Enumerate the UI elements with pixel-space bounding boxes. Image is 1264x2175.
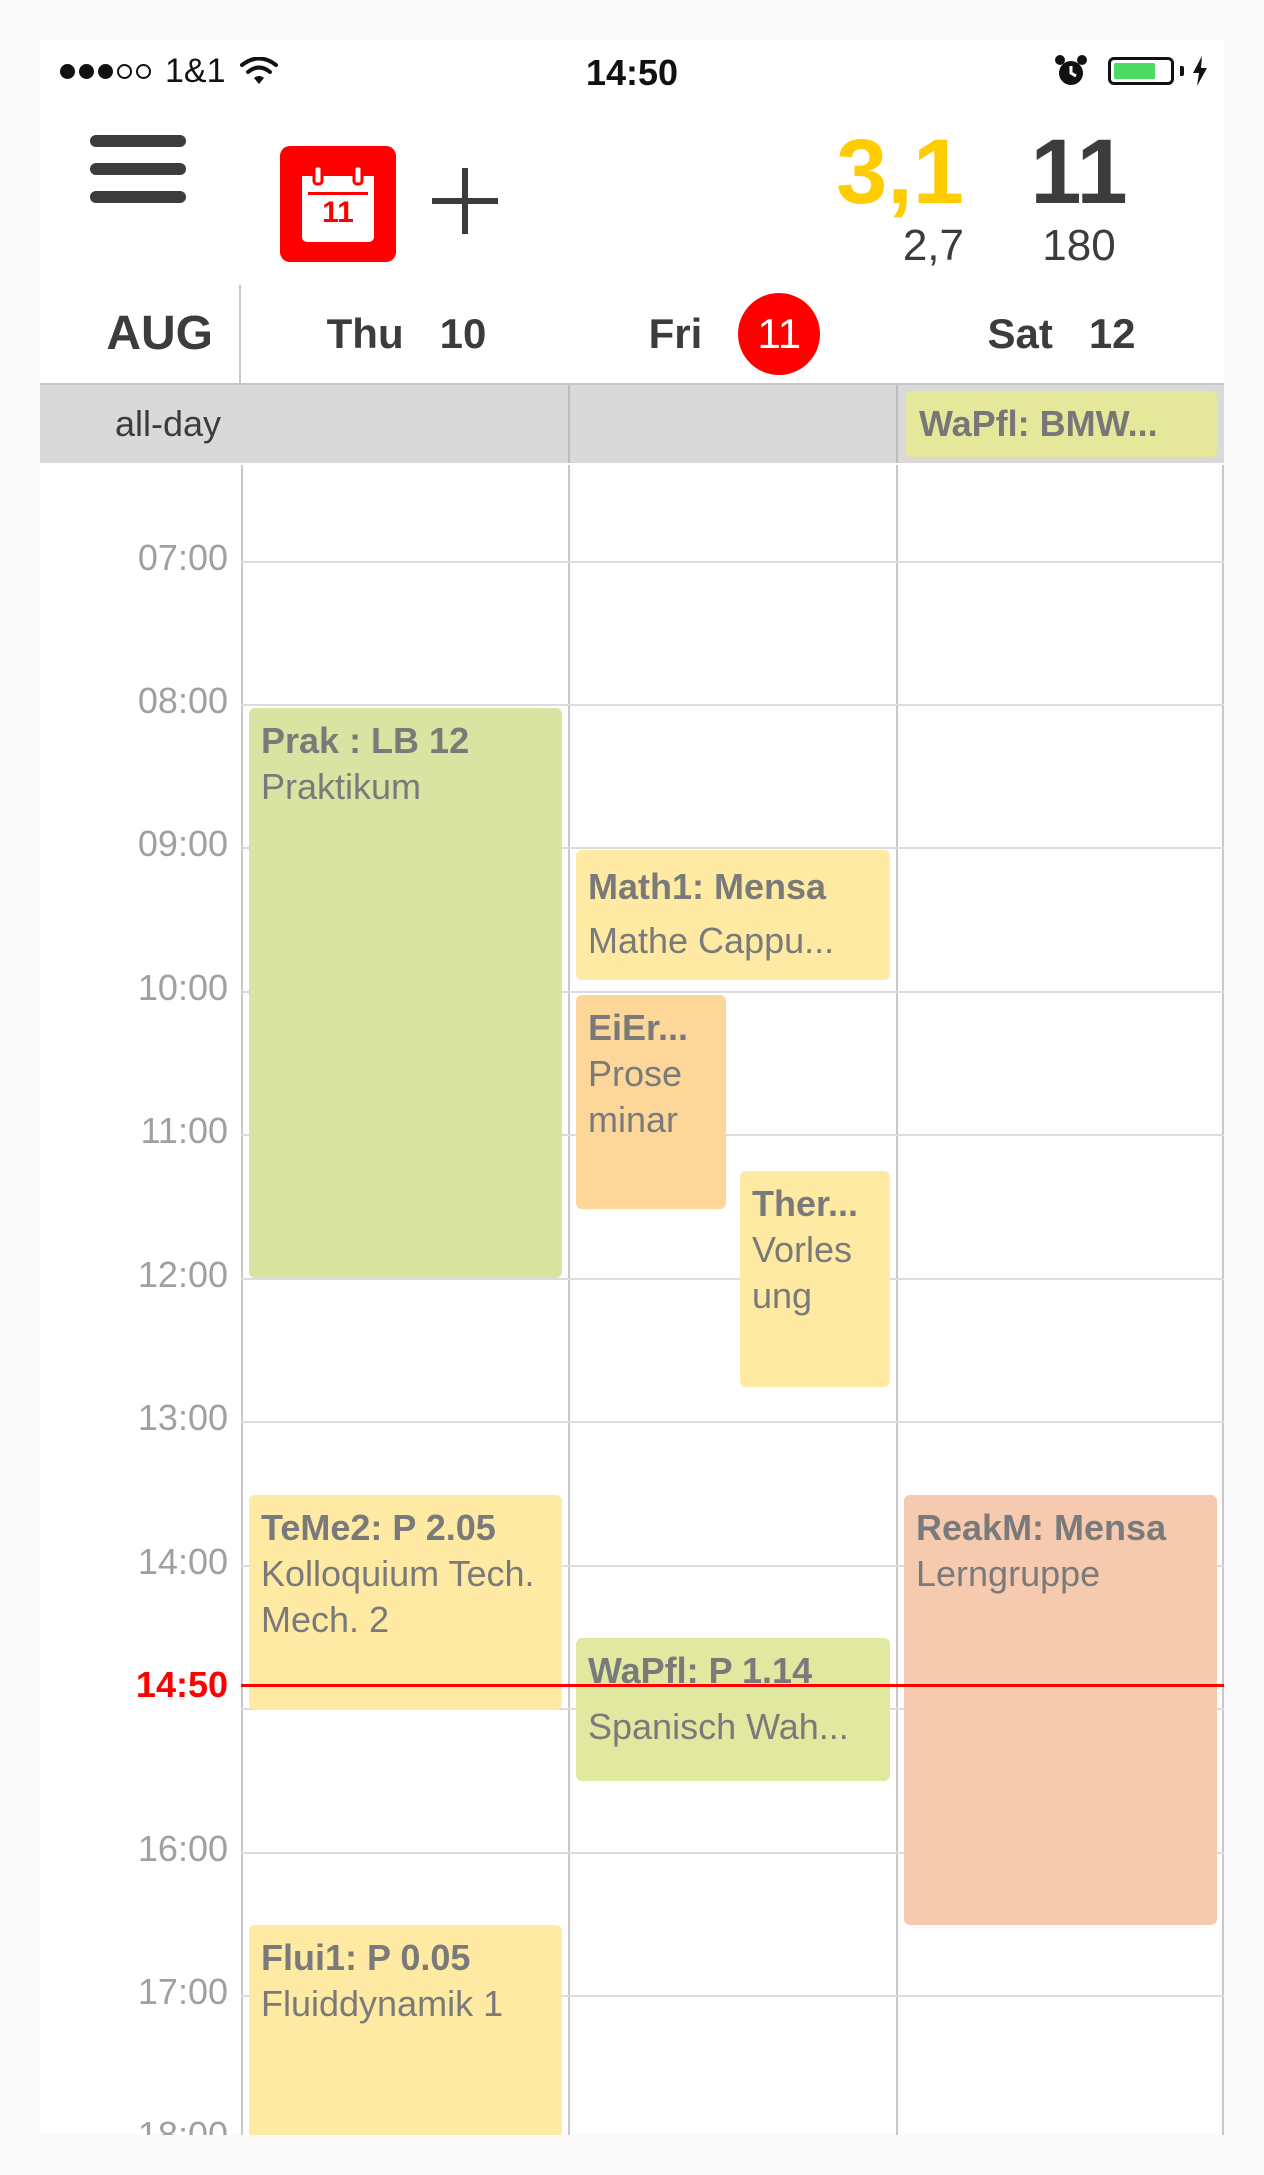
- hour-label: 10:00: [137, 967, 228, 1008]
- day-name: Fri: [648, 310, 703, 357]
- column-divider: [241, 465, 243, 2135]
- add-event-icon[interactable]: [432, 168, 498, 234]
- status-bar: 1&1 14:50: [40, 40, 1224, 110]
- hour-label: 09:00: [137, 823, 228, 864]
- alarm-icon: [1055, 55, 1087, 85]
- calendar-icon-day: 11: [322, 196, 354, 229]
- event-reakm[interactable]: ReakM: Mensa Lerngruppe: [904, 1495, 1217, 1925]
- today-badge: 11: [738, 293, 821, 375]
- battery-cap: [1180, 66, 1184, 76]
- column-divider: [896, 465, 898, 2135]
- event-math1[interactable]: Math1: Mensa Mathe Cappu...: [576, 850, 890, 980]
- hour-label: 12:00: [137, 1254, 228, 1295]
- hour-label: 13:00: [137, 1397, 228, 1438]
- event-wapfl[interactable]: WaPfl: P 1.14 Spanisch Wah...: [576, 1638, 890, 1781]
- event-prak[interactable]: Prak : LB 12 Praktikum: [249, 708, 562, 1278]
- event-ther[interactable]: Ther... Vorles ung: [740, 1171, 890, 1387]
- time-grid: 07:00 08:00 09:00 10:00 11:00 12:00 13:0…: [40, 465, 1224, 2135]
- event-title: Prak : LB 12: [261, 720, 470, 761]
- current-time-line: [241, 1684, 1224, 1687]
- hour-label: 07:00: [137, 537, 228, 578]
- event-subtitle: Praktikum: [261, 766, 422, 807]
- stat-count: 11 180: [1024, 126, 1134, 274]
- stat-average-small: 2,7: [902, 221, 964, 270]
- charging-bolt-icon: [1193, 56, 1207, 86]
- allday-label: all-day: [115, 403, 222, 444]
- day-number: 12: [1088, 310, 1136, 357]
- event-eier[interactable]: EiEr... Prose minar: [576, 995, 726, 1209]
- event-subtitle: Kolloquium Tech. Mech. 2: [261, 1553, 535, 1640]
- month-label: AUG: [40, 285, 241, 383]
- event-subtitle: Vorles ung: [752, 1229, 853, 1316]
- hour-label: 16:00: [137, 1828, 228, 1869]
- phone-screen: 1&1 14:50 11 3,1 2,7 11 180 AUG Thu 10 F…: [40, 40, 1224, 2135]
- day-header-thu[interactable]: Thu 10: [243, 285, 570, 383]
- event-title: Ther...: [752, 1183, 859, 1224]
- column-divider: [1222, 465, 1224, 2135]
- event-flui1[interactable]: Flui1: P 0.05 Fluiddynamik 1: [249, 1925, 562, 2135]
- hour-label: 14:00: [137, 1541, 228, 1582]
- event-title: WaPfl: P 1.14: [588, 1650, 813, 1691]
- hour-line: [241, 704, 1224, 706]
- status-time: 14:50: [585, 52, 679, 93]
- allday-divider: [896, 385, 898, 463]
- stat-count-small: 180: [1042, 221, 1116, 270]
- hour-label: 18:00: [137, 2114, 228, 2135]
- hour-label: 17:00: [137, 1971, 228, 2012]
- allday-event[interactable]: WaPfl: BMW...: [905, 391, 1217, 457]
- today-button[interactable]: 11: [280, 146, 396, 262]
- event-title: ReakM: Mensa: [916, 1507, 1167, 1548]
- stat-average: 3,1 2,7: [836, 126, 964, 274]
- event-teme2[interactable]: TeMe2: P 2.05 Kolloquium Tech. Mech. 2: [249, 1495, 562, 1710]
- hour-line: [241, 1421, 1224, 1423]
- event-subtitle: Mathe Cappu...: [588, 920, 835, 961]
- day-header: AUG Thu 10 Fri 11 Sat 12: [40, 285, 1224, 385]
- day-number: 10: [439, 310, 487, 357]
- stat-average-big: 3,1: [836, 121, 964, 223]
- day-name: Thu: [326, 310, 404, 357]
- event-subtitle: Lerngruppe: [916, 1553, 1101, 1594]
- hour-label: 11:00: [140, 1110, 228, 1151]
- battery-fill: [1114, 63, 1155, 79]
- battery-icon: [1108, 57, 1174, 85]
- hour-label: 08:00: [137, 680, 228, 721]
- stat-count-big: 11: [1030, 121, 1128, 223]
- allday-divider: [568, 385, 570, 463]
- hour-line: [241, 561, 1224, 563]
- status-right: [1054, 54, 1208, 88]
- event-subtitle: Prose minar: [588, 1053, 683, 1140]
- event-title: Math1: Mensa: [588, 866, 827, 907]
- day-header-sat[interactable]: Sat 12: [898, 285, 1224, 383]
- allday-row: all-day WaPfl: BMW...: [40, 385, 1224, 463]
- event-title: EiEr...: [588, 1007, 689, 1048]
- column-divider: [568, 465, 570, 2135]
- event-subtitle: Spanisch Wah...: [588, 1706, 849, 1747]
- hour-line: [241, 1278, 1224, 1280]
- menu-button[interactable]: [90, 135, 186, 203]
- event-title: Flui1: P 0.05: [261, 1937, 471, 1978]
- current-time-label: 14:50: [135, 1664, 228, 1705]
- event-subtitle: Fluiddynamik 1: [261, 1983, 504, 2024]
- day-header-fri[interactable]: Fri 11: [571, 285, 898, 383]
- event-title: TeMe2: P 2.05: [261, 1507, 496, 1548]
- day-name: Sat: [987, 310, 1053, 357]
